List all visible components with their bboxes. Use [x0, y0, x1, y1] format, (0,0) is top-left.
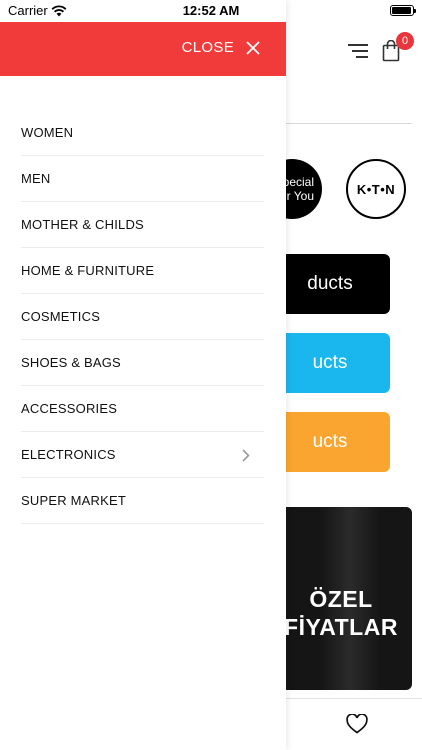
products-button-label: ucts [312, 352, 348, 373]
products-button-label: ducts [307, 273, 353, 294]
divider [286, 123, 412, 124]
menu-item-men[interactable]: MEN [21, 156, 264, 202]
menu-item-label: SHOES & BAGS [21, 355, 121, 370]
menu-item-mother-childs[interactable]: MOTHER & CHILDS [21, 202, 264, 248]
category-menu: WOMEN MEN MOTHER & CHILDS HOME & FURNITU… [21, 110, 264, 524]
promo-line-1: ÖZEL [309, 586, 373, 612]
chevron-right-icon [242, 449, 250, 462]
products-button-orange[interactable]: ucts [270, 412, 390, 472]
clock: 12:52 AM [182, 3, 240, 18]
close-label: CLOSE [181, 39, 234, 56]
side-drawer: CLOSE WOMEN MEN MOTHER & CHILDS HOME & F… [0, 0, 286, 750]
menu-item-accessories[interactable]: ACCESSORIES [21, 386, 264, 432]
menu-item-label: HOME & FURNITURE [21, 263, 155, 278]
menu-icon[interactable] [348, 44, 368, 58]
close-icon [246, 40, 260, 55]
menu-item-cosmetics[interactable]: COSMETICS [21, 294, 264, 340]
promo-banner[interactable]: ÖZEL FİYATLAR [270, 507, 412, 690]
menu-item-label: COSMETICS [21, 309, 101, 324]
menu-item-home-furniture[interactable]: HOME & FURNITURE [21, 248, 264, 294]
products-button-blue[interactable]: ucts [270, 333, 390, 393]
menu-item-electronics[interactable]: ELECTRONICS [21, 432, 264, 478]
menu-item-label: MEN [21, 171, 51, 186]
app-screen: Carrier 12:52 AM 0 pecial r You K•T•N du… [0, 0, 422, 750]
cart-button[interactable]: 0 [382, 32, 414, 62]
products-button-label: ucts [312, 431, 348, 452]
battery-icon [390, 5, 416, 16]
koton-logo: K•T•N [356, 181, 396, 197]
brand-koton[interactable]: K•T•N [346, 159, 406, 219]
promo-line-2: FİYATLAR [284, 614, 398, 640]
brand-label-line2: r You [286, 189, 314, 203]
drawer-header: CLOSE [0, 22, 286, 76]
page-header-actions: 0 [348, 32, 414, 62]
status-bar: Carrier 12:52 AM [0, 0, 422, 22]
brand-label-line1: pecial [282, 175, 314, 189]
products-button-black[interactable]: ducts [270, 254, 390, 314]
menu-item-label: ACCESSORIES [21, 401, 118, 416]
favorites-heart-icon[interactable] [346, 713, 368, 739]
promo-text: ÖZEL FİYATLAR [270, 585, 412, 641]
menu-item-shoes-bags[interactable]: SHOES & BAGS [21, 340, 264, 386]
menu-item-super-market[interactable]: SUPER MARKET [21, 478, 264, 524]
close-button[interactable]: CLOSE [182, 39, 260, 56]
menu-item-label: ELECTRONICS [21, 447, 116, 462]
menu-item-label: WOMEN [21, 125, 74, 140]
tab-bar-divider [286, 698, 422, 699]
cart-count-badge: 0 [396, 32, 414, 50]
menu-item-women[interactable]: WOMEN [21, 110, 264, 156]
menu-item-label: SUPER MARKET [21, 493, 126, 508]
menu-item-label: MOTHER & CHILDS [21, 217, 144, 232]
